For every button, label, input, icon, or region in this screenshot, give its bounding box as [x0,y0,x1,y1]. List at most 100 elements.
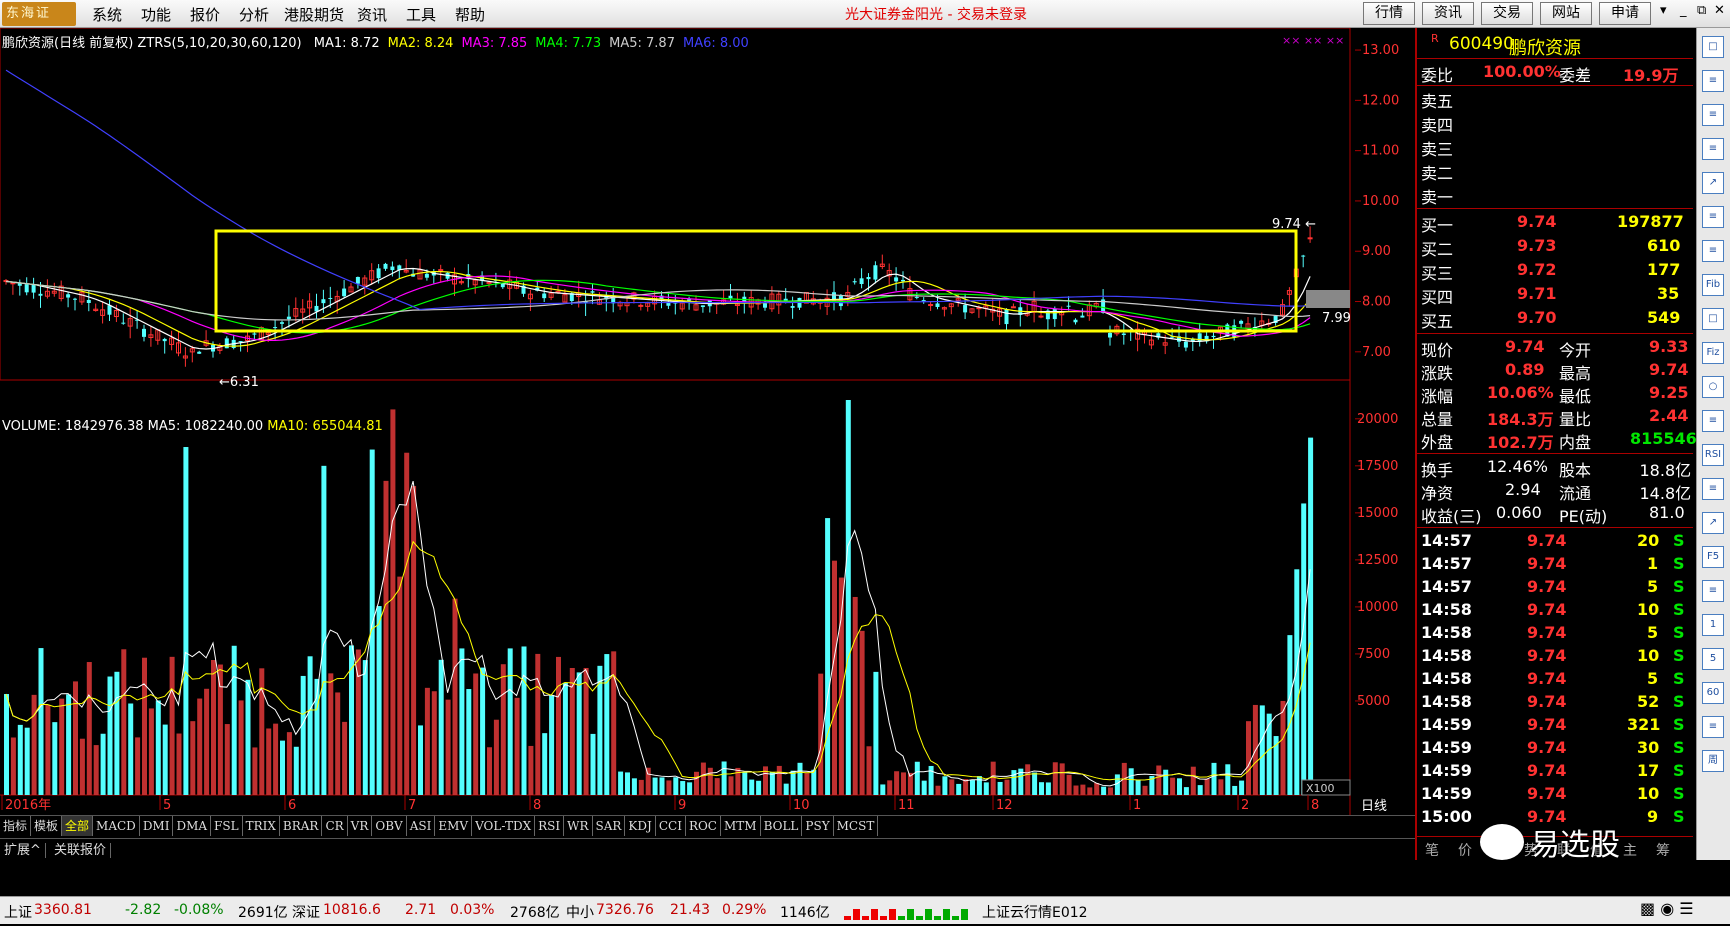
indicator-tab-vr[interactable]: VR [348,816,373,836]
tick-time: 14:58 [1421,623,1472,642]
sidebar-tool-icon-6[interactable]: ≡ [1702,206,1724,228]
indicator-tab-vol-tdx[interactable]: VOL-TDX [472,816,536,836]
tick-side: S [1673,761,1685,780]
sidebar-tool-icon-8[interactable]: Fib [1702,274,1724,296]
sidebar-tool-icon-4[interactable]: ≡ [1702,138,1724,160]
restore-icon[interactable]: ⧉ [1697,3,1706,18]
sidebar-tool-icon-10[interactable]: Fiz [1702,342,1724,364]
indicator-tab-mtm[interactable]: MTM [721,816,761,836]
volume-bar [1177,778,1182,795]
volume-bar [825,518,831,795]
minimize-window-icon[interactable]: _ [1680,3,1687,18]
sidebar-tool-icon-1[interactable]: □ [1702,36,1724,58]
indicator-tab-boll[interactable]: BOLL [761,816,803,836]
candle-body [486,281,492,284]
sidebar-tool-icon-5[interactable]: ↗ [1702,172,1724,194]
sidebar-tool-icon-2[interactable]: ≡ [1702,70,1724,92]
indicator-tab-指标[interactable]: 指标 [0,816,32,836]
sidebar-tool-icon-19[interactable]: 5 [1702,648,1724,670]
volume-bar [735,767,741,795]
wechat-icon [1480,824,1524,860]
related-quote-tab[interactable]: 关联报价 [50,843,112,858]
sidebar-tool-icon-18[interactable]: 1 [1702,614,1724,636]
tick-side: S [1673,600,1685,619]
stat-value: 102.7万 [1487,433,1554,452]
indicator-tab-roc[interactable]: ROC [686,816,721,836]
x100-label: X100 [1306,782,1335,795]
sidebar-tool-icon-17[interactable]: ≡ [1702,580,1724,602]
menu-function[interactable]: 功能 [141,4,171,25]
indicator-tab-brar[interactable]: BRAR [280,816,323,836]
sidebar-tool-icon-13[interactable]: RSI [1702,444,1724,466]
indicator-tab-kdj[interactable]: KDJ [625,816,656,836]
app-title: 光大证券金阳光 - 交易未登录 [845,7,1027,23]
menu-hk-futures[interactable]: 港股期货 [284,4,344,25]
website-button[interactable]: 网站 [1540,2,1592,25]
top-markers: ×× ×× ×× [1282,34,1344,47]
menu-help[interactable]: 帮助 [455,4,485,25]
candle-body [24,283,29,293]
volume-bar [1045,782,1051,795]
indicator-tab-全部[interactable]: 全部 [62,816,94,836]
indicator-tab-macd[interactable]: MACD [93,816,140,836]
volume-bar [431,691,437,795]
sidebar-tool-icon-9[interactable]: □ [1702,308,1724,330]
indicator-tab-dma[interactable]: DMA [173,816,212,836]
candle-body [790,306,795,308]
stat-label: 涨幅 [1421,387,1454,406]
volume-bar [956,783,962,795]
sidebar-tool-icon-14[interactable]: ≡ [1702,478,1724,500]
quote-button[interactable]: 行情 [1363,2,1415,25]
indicator-tab-wr[interactable]: WR [564,816,593,836]
indicator-tab-asi[interactable]: ASI [407,816,436,836]
apply-button[interactable]: 申请 [1599,2,1651,25]
volume-bar [556,656,561,795]
volume-bar [680,781,686,795]
volume-bar [376,606,382,795]
indicator-tab-cci[interactable]: CCI [656,816,686,836]
sidebar-tool-icon-21[interactable]: ≡ [1702,716,1724,738]
sidebar-tool-icon-22[interactable]: 周 [1702,750,1724,772]
quote-bottom-tab-2[interactable]: 价 [1458,840,1472,860]
sidebar-tool-icon-3[interactable]: ≡ [1702,104,1724,126]
indicator-tab-rsi[interactable]: RSI [535,816,565,836]
sidebar-tool-icon-15[interactable]: ↗ [1702,512,1724,534]
tick-price: 9.74 [1527,715,1567,734]
tick-volume: 17 [1637,761,1660,780]
menu-news[interactable]: 资讯 [357,4,387,25]
sidebar-tool-icon-20[interactable]: 60 [1702,682,1724,704]
indicator-tab-dmi[interactable]: DMI [140,816,174,836]
indicator-tab-sar[interactable]: SAR [593,816,626,836]
volume-bar [749,779,755,795]
trade-button[interactable]: 交易 [1481,2,1533,25]
indicator-tab-emv[interactable]: EMV [435,816,473,836]
indicator-tab-fsl[interactable]: FSL [211,816,243,836]
candle-body [963,305,968,313]
menu-system[interactable]: 系统 [92,4,122,25]
x-axis-label: 10 [793,798,810,813]
sidebar-tool-icon-12[interactable]: ≡ [1702,410,1724,432]
quote-bottom-tab-1[interactable]: 笔 [1425,840,1439,860]
sidebar-tool-icon-11[interactable]: ○ [1702,376,1724,398]
indicator-tab-mcst[interactable]: MCST [834,816,879,836]
candle-body [763,303,767,308]
expand-tab[interactable]: 扩展^ [0,843,46,858]
close-icon[interactable]: ✕ [1714,3,1725,18]
indicator-tab-模板[interactable]: 模板 [31,816,63,836]
news-button[interactable]: 资讯 [1422,2,1474,25]
menu-quote[interactable]: 报价 [190,4,220,25]
indicator-tab-cr[interactable]: CR [322,816,348,836]
menu-tools[interactable]: 工具 [406,4,436,25]
sidebar-tool-icon-7[interactable]: ≡ [1702,240,1724,262]
candlestick-chart[interactable]: ←6.31 9.74 ← 7.99 ×× ×× ×× X100 2016年 5 6 7 8 9 10 1… [0,28,1355,815]
menu-analysis[interactable]: 分析 [239,4,269,25]
minimize-icon[interactable]: ▾ [1660,3,1667,18]
indicator-tab-psy[interactable]: PSY [802,816,834,836]
volume-bar [1204,778,1210,795]
indicator-tab-obv[interactable]: OBV [372,816,407,836]
volume-axis-label: 7500 [1357,647,1390,662]
volume-bar [1059,763,1065,795]
candle-body [342,288,347,297]
indicator-tab-trix[interactable]: TRIX [243,816,280,836]
sidebar-tool-icon-16[interactable]: F5 [1702,546,1724,568]
